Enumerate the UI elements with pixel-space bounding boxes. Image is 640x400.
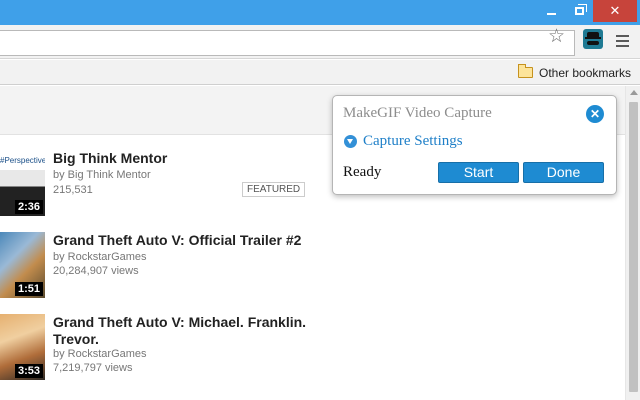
page-scrollbar[interactable] — [625, 86, 640, 400]
video-thumbnail[interactable]: #Perspective 2:36 — [0, 150, 45, 216]
video-thumbnail[interactable]: 3:53 — [0, 314, 45, 380]
video-title[interactable]: Grand Theft Auto V: Michael. Franklin. T… — [53, 314, 313, 348]
other-bookmarks-label: Other bookmarks — [539, 65, 632, 80]
capture-settings-toggle[interactable]: Capture Settings — [344, 133, 463, 150]
bookmarks-bar: Other bookmarks — [0, 60, 640, 85]
browser-toolbar: ☆ — [0, 25, 640, 59]
makegif-popup: MakeGIF Video Capture ✕ Capture Settings… — [332, 95, 617, 195]
minimize-button[interactable] — [537, 0, 565, 22]
folder-icon — [518, 64, 533, 78]
glasses-shape — [587, 41, 599, 45]
featured-badge: FEATURED — [242, 182, 306, 197]
video-title[interactable]: Grand Theft Auto V: Official Trailer #2 — [53, 232, 313, 249]
other-bookmarks-button[interactable]: Other bookmarks — [518, 63, 631, 82]
popup-title: MakeGIF Video Capture — [343, 105, 492, 121]
thumbnail-text: #Perspective — [0, 156, 45, 165]
popup-close-icon[interactable]: ✕ — [586, 105, 604, 123]
scroll-thumb[interactable] — [629, 102, 638, 392]
video-views: 7,219,797 views — [53, 362, 133, 374]
video-duration: 1:51 — [14, 282, 43, 296]
window-titlebar: ✕ — [0, 0, 640, 25]
video-channel[interactable]: by RockstarGames — [53, 347, 147, 361]
done-button[interactable]: Done — [523, 162, 604, 183]
scroll-up-icon[interactable] — [630, 90, 638, 95]
capture-status: Ready — [343, 164, 382, 180]
capture-settings-label: Capture Settings — [363, 133, 463, 149]
video-channel[interactable]: by Big Think Mentor — [53, 168, 151, 182]
video-views: 20,284,907 views — [53, 265, 139, 277]
hat-brim-shape — [585, 37, 601, 39]
hamburger-menu-icon[interactable] — [616, 35, 629, 50]
video-title[interactable]: Big Think Mentor — [53, 150, 313, 167]
close-window-button[interactable]: ✕ — [593, 0, 637, 22]
video-duration: 3:53 — [14, 364, 43, 378]
video-thumbnail[interactable]: 1:51 — [0, 232, 45, 298]
close-icon: ✕ — [609, 3, 621, 18]
restore-icon — [574, 4, 587, 15]
maximize-button[interactable] — [565, 0, 593, 22]
video-duration: 2:36 — [14, 200, 43, 214]
video-views: 215,531 — [53, 184, 93, 196]
makegif-extension-icon[interactable] — [583, 29, 603, 49]
minimize-icon — [546, 13, 556, 15]
chevron-down-icon — [344, 135, 357, 148]
start-button[interactable]: Start — [438, 162, 519, 183]
bookmark-star-icon[interactable]: ☆ — [548, 27, 565, 47]
address-bar[interactable] — [0, 30, 575, 56]
video-channel[interactable]: by RockstarGames — [53, 250, 147, 264]
